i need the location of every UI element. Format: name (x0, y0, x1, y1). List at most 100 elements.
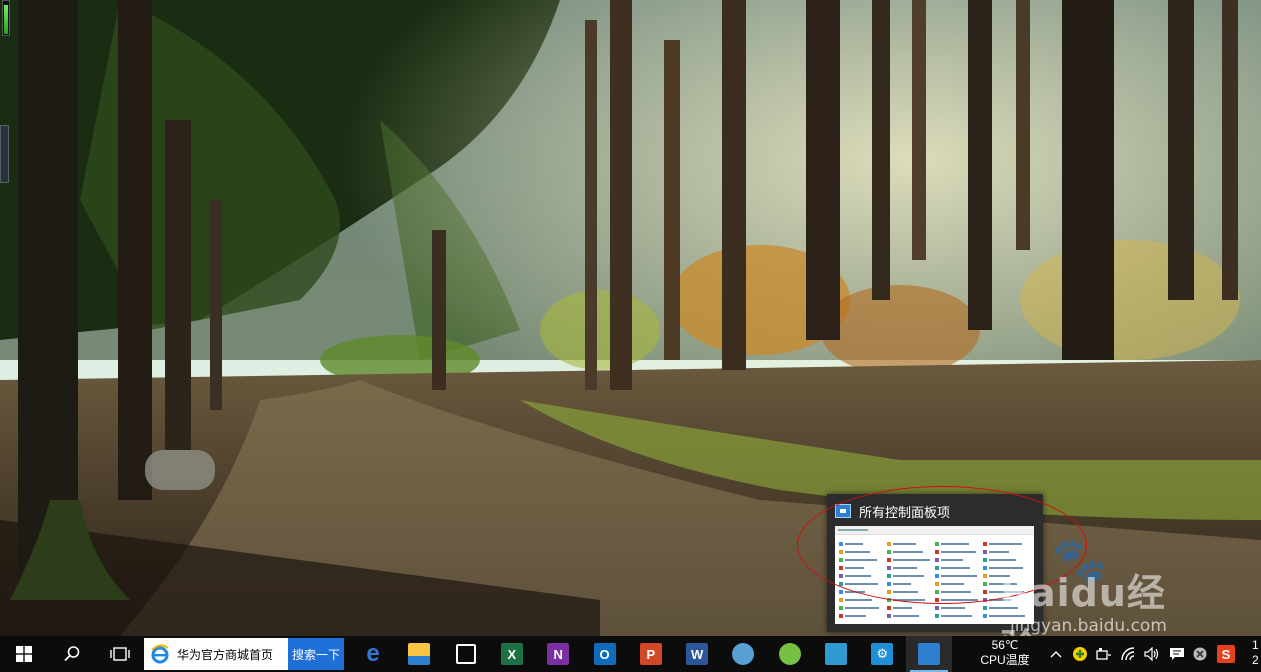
thumbnail-list-item (935, 540, 981, 548)
thumbnail-list-item (887, 540, 933, 548)
taskbar: 华为官方商城首页 搜索一下 e X N O P W ⚙ 56℃ CPU温度 S 1 2 (0, 636, 1261, 672)
sogou-icon: S (1217, 645, 1235, 663)
search-icon (64, 646, 80, 662)
taskbar-app-control-panel[interactable] (905, 636, 952, 672)
add-icon (1073, 647, 1087, 661)
show-hidden-icons-button[interactable] (1046, 636, 1066, 672)
thumbnail-list-item (935, 564, 981, 572)
thumbnail-list-item (935, 604, 981, 612)
taskbar-app-refresh-app[interactable] (767, 636, 813, 672)
thumbnail-list-item (983, 580, 1029, 588)
memory-gauge (2, 0, 10, 36)
cpu-temperature-widget[interactable]: 56℃ CPU温度 (974, 638, 1036, 672)
thumbnail-list-item (935, 596, 981, 604)
windows-logo-icon (16, 646, 32, 662)
search-button[interactable] (48, 636, 96, 672)
thumbnail-list-item (839, 580, 885, 588)
thumbnail-window-image[interactable] (835, 526, 1034, 624)
gauge-fill (4, 5, 8, 34)
thumbnail-title: 所有控制面板项 (859, 504, 951, 520)
tray-close-button[interactable] (1190, 636, 1210, 672)
thumbnail-window-content (839, 540, 1030, 622)
paint-icon (732, 643, 755, 665)
thumbnail-list-item (983, 588, 1029, 596)
thumbnail-column (983, 540, 1029, 620)
sidebar-handle[interactable] (0, 125, 9, 183)
control-panel-icon (917, 643, 940, 665)
control-panel-icon (835, 504, 851, 518)
taskbar-app-outlook[interactable]: O (582, 636, 628, 672)
thumbnail-list-item (839, 548, 885, 556)
ie-search-button[interactable]: 搜索一下 (288, 638, 344, 670)
thumbnail-list-item (839, 588, 885, 596)
settings-icon: ⚙ (871, 643, 894, 665)
tray-notifications-button[interactable] (1166, 636, 1188, 672)
file-explorer-icon (408, 643, 431, 665)
tray-wifi-button[interactable] (1118, 636, 1140, 672)
taskbar-app-file-explorer[interactable] (396, 636, 442, 672)
photos-app-icon (825, 643, 847, 665)
taskbar-app-store[interactable] (443, 636, 489, 672)
desktop-wallpaper (0, 0, 1261, 636)
battery-icon (1096, 648, 1111, 660)
taskbar-app-photos-app[interactable] (813, 636, 859, 672)
thumbnail-list-item (935, 612, 981, 620)
refresh-app-icon (778, 643, 801, 665)
tray-add-button[interactable] (1070, 636, 1090, 672)
thumbnail-list-item (983, 548, 1029, 556)
excel-icon: X (500, 643, 523, 665)
thumbnail-list-item (839, 572, 885, 580)
taskbar-app-excel[interactable]: X (489, 636, 535, 672)
ie-icon (149, 643, 171, 665)
cpu-temp-value: 56℃ (991, 638, 1019, 652)
svg-text:S: S (1222, 647, 1231, 662)
thumbnail-list-item (935, 572, 981, 580)
thumbnail-list-item (935, 556, 981, 564)
thumbnail-list-item (839, 596, 885, 604)
thumbnail-list-item (839, 540, 885, 548)
word-icon: W (686, 643, 709, 665)
thumbnail-list-item (887, 572, 933, 580)
taskbar-app-paint[interactable] (720, 636, 766, 672)
thumbnail-list-item (983, 596, 1029, 604)
thumbnail-window-toolbar (835, 526, 1034, 535)
task-view-icon (110, 647, 130, 661)
ie-address-toolbar[interactable]: 华为官方商城首页 (144, 638, 288, 670)
powerpoint-icon: P (639, 643, 662, 665)
taskbar-app-word[interactable]: W (674, 636, 720, 672)
thumbnail-list-item (887, 588, 933, 596)
thumbnail-list-item (887, 580, 933, 588)
task-view-button[interactable] (96, 636, 144, 672)
store-icon (455, 644, 476, 664)
thumbnail-list-item (935, 588, 981, 596)
thumbnail-list-item (839, 556, 885, 564)
taskbar-app-onenote[interactable]: N (535, 636, 581, 672)
thumbnail-list-item (983, 564, 1029, 572)
wifi-icon (1121, 647, 1135, 661)
taskbar-thumbnail-preview[interactable]: 所有控制面板项 (827, 494, 1043, 632)
outlook-icon: O (593, 643, 616, 665)
clock-line-1: 1 (1252, 638, 1259, 652)
tray-battery-button[interactable] (1094, 636, 1114, 672)
edge-icon: e (366, 640, 380, 667)
thumbnail-list-item (887, 612, 933, 620)
taskbar-app-settings[interactable]: ⚙ (859, 636, 905, 672)
taskbar-app-edge[interactable]: e (350, 636, 396, 672)
thumbnail-list-item (887, 548, 933, 556)
thumbnail-list-item (887, 596, 933, 604)
thumbnail-list-item (935, 548, 981, 556)
tray-volume-button[interactable] (1142, 636, 1162, 672)
thumbnail-column (839, 540, 885, 620)
tray-sogou-button[interactable]: S (1214, 636, 1238, 672)
clock[interactable]: 1 2 (1252, 638, 1259, 668)
thumbnail-list-item (983, 540, 1029, 548)
ie-toolbar-text[interactable]: 华为官方商城首页 (177, 646, 273, 663)
thumbnail-list-item (887, 604, 933, 612)
taskbar-app-powerpoint[interactable]: P (628, 636, 674, 672)
thumbnail-list-item (839, 564, 885, 572)
thumbnail-header: 所有控制面板项 (835, 502, 950, 520)
start-button[interactable] (0, 636, 48, 672)
onenote-icon: N (547, 643, 570, 665)
notifications-icon (1170, 648, 1184, 660)
thumbnail-list-item (983, 572, 1029, 580)
